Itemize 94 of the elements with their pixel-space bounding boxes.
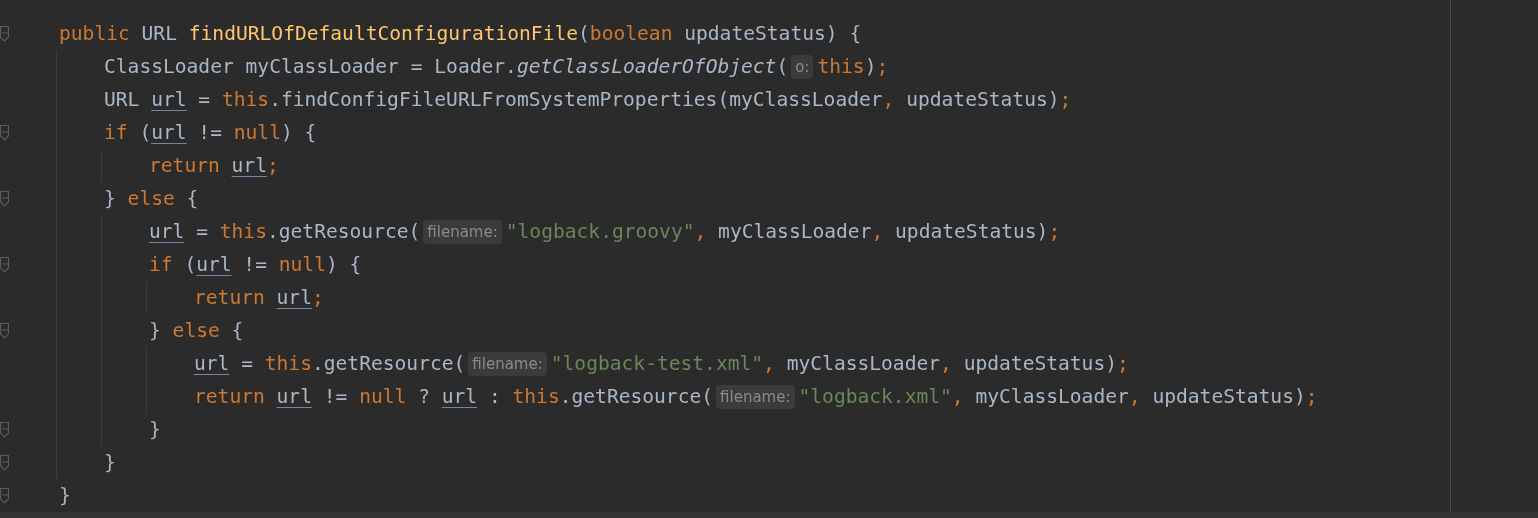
- keyword: null: [359, 384, 407, 410]
- code-text: ClassLoader myClassLoader = Loader.: [104, 54, 517, 80]
- variable-reference: url: [441, 384, 478, 410]
- fold-marker-icon[interactable]: [0, 454, 9, 471]
- parameter-hint: filename:: [468, 351, 547, 376]
- fold-marker-icon[interactable]: [0, 256, 9, 273]
- code-text: .getResource(: [559, 384, 714, 410]
- keyword: if: [104, 120, 128, 146]
- code-text: !=: [197, 120, 223, 146]
- punctuation: ;: [266, 153, 279, 179]
- code-text: }: [59, 483, 71, 509]
- variable-reference: url: [276, 285, 312, 311]
- punctuation: ;: [1048, 219, 1061, 245]
- keyword: else: [172, 318, 220, 344]
- code-text: =: [240, 351, 254, 377]
- variable-reference: url: [276, 384, 312, 410]
- code-text: updateStatus): [1151, 384, 1306, 410]
- code-text: .getResource(: [266, 219, 421, 245]
- string-literal: "logback.groovy": [505, 219, 695, 245]
- variable-reference: url: [196, 252, 232, 278]
- code-text: .getResource(: [311, 351, 466, 377]
- code-text: =: [195, 219, 209, 245]
- code-text: }: [104, 450, 116, 476]
- code-text: }: [104, 186, 117, 212]
- code-text: (: [183, 252, 197, 278]
- code-text: myClassLoader: [974, 384, 1129, 410]
- code-text: (: [578, 21, 590, 47]
- code-text: (: [138, 120, 152, 146]
- keyword: else: [127, 186, 175, 212]
- punctuation: ;: [1059, 87, 1072, 113]
- code-text: .findConfigFileURLFromSystemProperties(myClassLoader: [269, 87, 883, 113]
- keyword: this: [221, 87, 270, 113]
- variable-reference: url: [194, 351, 230, 377]
- method-call: getClassLoaderOfObject: [516, 54, 777, 80]
- variable-reference: url: [151, 120, 187, 146]
- fold-marker-icon[interactable]: [0, 25, 9, 42]
- code-text: }: [149, 318, 162, 344]
- code-text: URL: [140, 21, 178, 47]
- punctuation: ,: [763, 351, 775, 377]
- keyword: public: [59, 21, 130, 47]
- code-text: }: [149, 417, 161, 443]
- code-text: URL: [104, 87, 141, 113]
- method-name: findURLOfDefaultConfigurationFile: [188, 21, 579, 47]
- keyword: return: [194, 384, 266, 410]
- code-text: !=: [242, 252, 268, 278]
- code-text: =: [197, 87, 212, 113]
- fold-marker-icon[interactable]: [0, 190, 9, 207]
- code-text: myClassLoader: [785, 351, 941, 377]
- string-literal: "logback-test.xml": [550, 351, 764, 377]
- punctuation: ;: [311, 285, 324, 311]
- keyword: this: [264, 351, 312, 377]
- parameter-hint: filename:: [423, 219, 502, 244]
- punctuation: ;: [1305, 384, 1318, 410]
- code-text: updateStatus): [894, 219, 1049, 245]
- code-text: ) {: [325, 252, 362, 278]
- variable-reference: url: [151, 87, 187, 113]
- code-text: ): [864, 54, 877, 80]
- code-text: ?: [417, 384, 431, 410]
- code-text: !=: [322, 384, 349, 410]
- punctuation: ,: [1128, 384, 1141, 410]
- punctuation: ;: [876, 54, 889, 80]
- parameter-hint: o:: [791, 54, 814, 79]
- keyword: if: [149, 252, 173, 278]
- keyword: this: [219, 219, 267, 245]
- fold-marker-icon[interactable]: [0, 421, 9, 438]
- code-text: updateStatus): [905, 87, 1060, 113]
- code-text: {: [230, 318, 244, 344]
- code-text: {: [185, 186, 199, 212]
- fold-marker-icon[interactable]: [0, 124, 9, 141]
- keyword: return: [149, 153, 221, 179]
- keyword: this: [512, 384, 560, 410]
- parameter-hint: filename:: [716, 384, 795, 409]
- code-text: myClassLoader: [717, 219, 872, 245]
- fold-marker-icon[interactable]: [0, 322, 9, 339]
- code-text: updateStatus): [962, 351, 1117, 377]
- keyword: null: [233, 120, 281, 146]
- punctuation: ;: [1117, 351, 1129, 377]
- code-text: :: [487, 384, 502, 410]
- code-text: ) {: [280, 120, 317, 146]
- punctuation: ,: [882, 87, 895, 113]
- punctuation: ,: [694, 219, 707, 245]
- keyword: boolean: [589, 21, 673, 47]
- punctuation: ,: [871, 219, 884, 245]
- keyword: this: [817, 54, 865, 80]
- fold-marker-icon[interactable]: [0, 487, 9, 504]
- variable-reference: url: [149, 219, 185, 245]
- keyword: null: [278, 252, 326, 278]
- punctuation: ,: [951, 384, 964, 410]
- string-literal: "logback.xml": [798, 384, 952, 410]
- variable-reference: url: [231, 153, 267, 179]
- punctuation: ,: [940, 351, 952, 377]
- keyword: return: [194, 285, 266, 311]
- code-text: updateStatus) {: [683, 21, 862, 47]
- code-text: (: [776, 54, 789, 80]
